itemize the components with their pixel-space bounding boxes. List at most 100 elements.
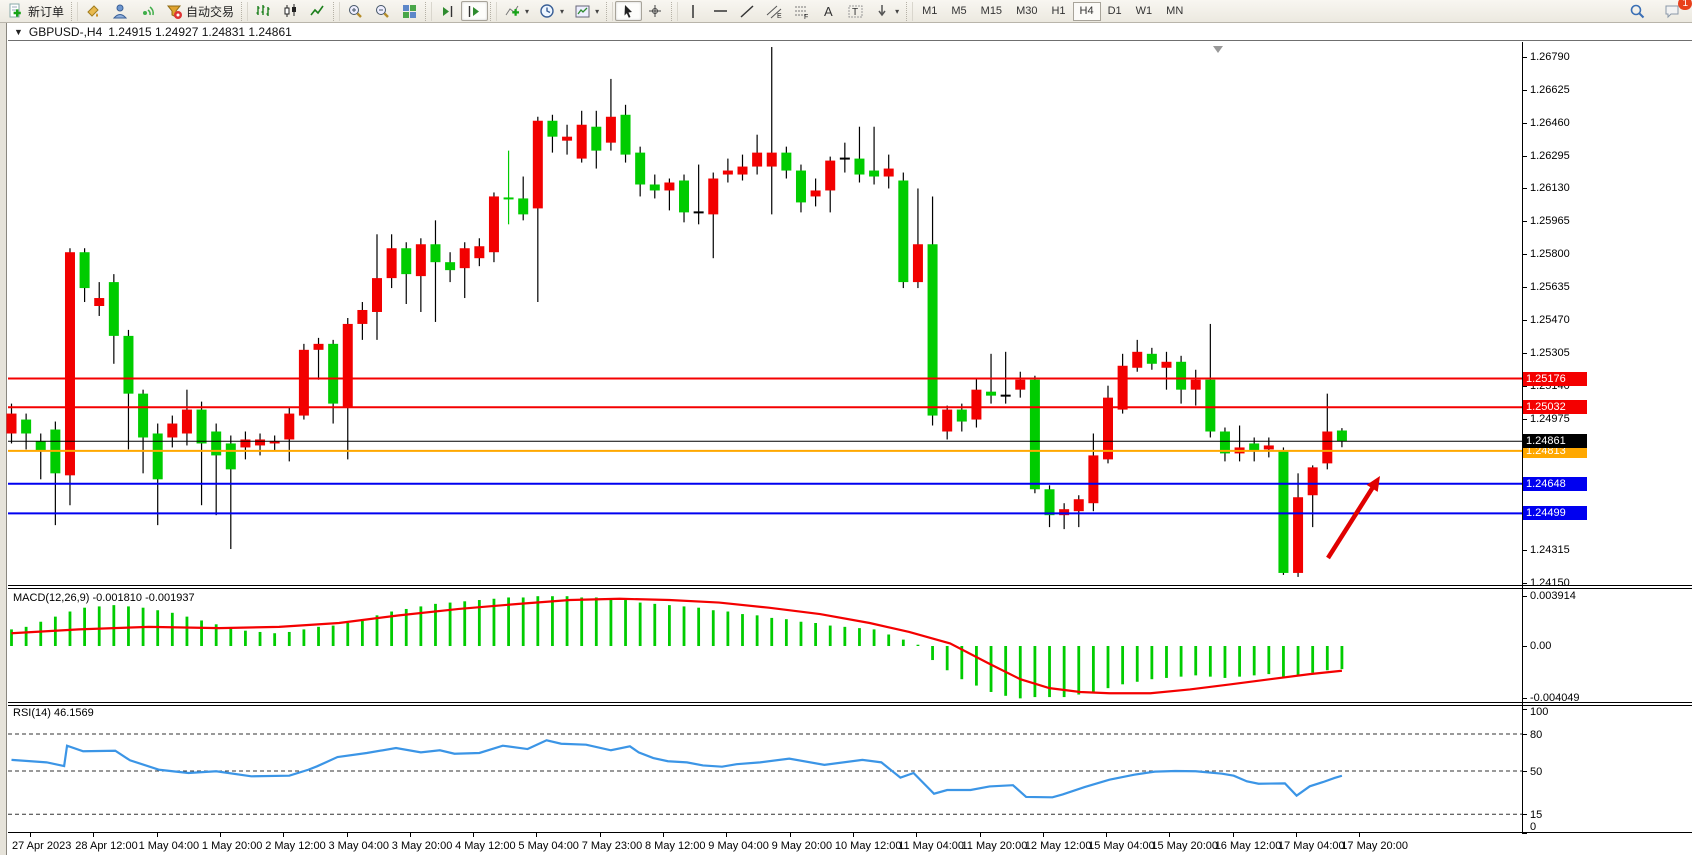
cursor-button[interactable] [615, 1, 642, 21]
time-axis-tick [916, 833, 917, 837]
autotrading-button[interactable]: 自动交易 [161, 1, 239, 21]
vline-tool-button[interactable] [680, 1, 707, 21]
trendline-tool-button[interactable] [734, 1, 761, 21]
chart-shift-button[interactable] [461, 1, 488, 21]
bar-chart-button[interactable] [250, 1, 277, 21]
zoom-out-button[interactable] [369, 1, 396, 21]
fibo-icon: F [793, 3, 810, 20]
time-axis-tick [1296, 833, 1297, 837]
line-chart-button[interactable] [304, 1, 331, 21]
price-axis-label: 1.26295 [1530, 150, 1570, 162]
macd-axis-tick [1522, 596, 1527, 597]
toolbar-separator [671, 2, 678, 21]
auto-scroll-button[interactable] [434, 1, 461, 21]
price-axis-tick [1522, 90, 1527, 91]
time-axis-label: 10 May 12:00 [835, 840, 902, 852]
new-order-button[interactable]: 新订单 [3, 1, 69, 21]
timeframe-h4-button[interactable]: H4 [1073, 2, 1101, 21]
search-button[interactable] [1624, 1, 1651, 21]
timeframe-h1-button[interactable]: H1 [1044, 2, 1072, 21]
channel-tool-button[interactable]: E [761, 1, 788, 21]
rsi-axis-label: 80 [1530, 729, 1542, 741]
chart-window-frame [0, 23, 7, 855]
timeframe-m1-button[interactable]: M1 [915, 2, 944, 21]
templates-button[interactable]: ▾ [569, 1, 604, 21]
dropdown-caret-icon[interactable]: ▾ [895, 7, 899, 16]
price-axis-label: 1.26790 [1530, 51, 1570, 63]
notification-badge: 1 [1678, 0, 1692, 10]
price-axis-tick [1522, 188, 1527, 189]
toolbar-separator [425, 2, 432, 21]
timeframe-d1-button[interactable]: D1 [1101, 2, 1129, 21]
dropdown-caret-icon[interactable]: ▾ [595, 7, 599, 16]
price-axis-label: 1.25965 [1530, 215, 1570, 227]
crosshair-button[interactable] [642, 1, 669, 21]
zoom-in-button[interactable] [342, 1, 369, 21]
price-chart[interactable] [8, 43, 1522, 585]
rsi-axis-label: 15 [1530, 809, 1542, 821]
time-axis-label: 16 May 12:00 [1215, 840, 1282, 852]
person-icon [112, 3, 129, 20]
price-axis-label: 1.25635 [1530, 281, 1570, 293]
rsi-axis-tick [1522, 771, 1527, 772]
hline-tool-button[interactable] [707, 1, 734, 21]
label-tool-button[interactable]: T [842, 1, 869, 21]
autotrading-button-label: 自动交易 [186, 3, 234, 20]
styler-button[interactable] [80, 1, 107, 21]
price-axis-tick [1522, 419, 1527, 420]
arrows-tool-button[interactable]: ▾ [869, 1, 904, 21]
time-axis-label: 9 May 20:00 [772, 840, 833, 852]
chat-button[interactable]: 1 [1659, 1, 1686, 21]
macd-axis-label: 0.003914 [1530, 590, 1576, 602]
time-axis-tick [980, 833, 981, 837]
indicators-icon [504, 3, 521, 20]
chart-collapse-icon[interactable]: ▼ [14, 27, 23, 37]
periods-button[interactable]: ▾ [534, 1, 569, 21]
time-axis-tick [600, 833, 601, 837]
trend-arrow-annotation[interactable] [1328, 476, 1380, 558]
panel-separator[interactable] [8, 702, 1692, 703]
timeframe-mn-button[interactable]: MN [1159, 2, 1190, 21]
price-axis-label: 1.25470 [1530, 314, 1570, 326]
tile-windows-button[interactable] [396, 1, 423, 21]
indicators-button[interactable]: ▾ [499, 1, 534, 21]
panel-separator [8, 588, 1692, 589]
time-axis-label: 8 May 12:00 [645, 840, 706, 852]
dropdown-caret-icon[interactable]: ▾ [525, 7, 529, 16]
macd-axis-label: 0.00 [1530, 640, 1551, 652]
time-axis-label: 11 May 20:00 [962, 840, 1028, 852]
time-axis-label: 1 May 20:00 [202, 840, 263, 852]
dropdown-caret-icon[interactable]: ▾ [560, 7, 564, 16]
panel-separator[interactable] [8, 585, 1692, 586]
rsi-panel [8, 705, 1522, 832]
rsi-indicator-label: RSI(14) 46.1569 [13, 707, 94, 719]
time-axis-label: 15 May 04:00 [1088, 840, 1155, 852]
timeframe-w1-button[interactable]: W1 [1129, 2, 1160, 21]
profile-button[interactable] [107, 1, 134, 21]
shift-icon [466, 3, 483, 20]
price-axis-tick [1522, 156, 1527, 157]
fibonacci-tool-button[interactable]: F [788, 1, 815, 21]
price-axis-tick [1522, 583, 1527, 584]
main-toolbar: 新订单 自动交易 ▾ ▾ ▾ EFAT ▾ M1M5M15M30H1H4D1W1MN 1 [0, 0, 1692, 23]
candle-chart-button[interactable] [277, 1, 304, 21]
text-a-icon: A [820, 3, 837, 20]
time-axis-tick [30, 833, 31, 837]
resistance-line-2-price-badge: 1.25032 [1523, 400, 1587, 414]
timeframe-m5-button[interactable]: M5 [944, 2, 973, 21]
toolbar-separator [606, 2, 613, 21]
zoom-out-icon [374, 3, 391, 20]
macd-axis-label: -0.004049 [1530, 692, 1580, 704]
timeframe-m30-button[interactable]: M30 [1009, 2, 1044, 21]
text-tool-button[interactable]: A [815, 1, 842, 21]
time-axis-label: 9 May 04:00 [708, 840, 769, 852]
time-axis-tick [1359, 833, 1360, 837]
toolbar-separator [490, 2, 497, 21]
timeframe-m15-button[interactable]: M15 [974, 2, 1009, 21]
price-axis-label: 1.24150 [1530, 577, 1570, 589]
signals-button[interactable] [134, 1, 161, 21]
rsi-axis-tick [1522, 814, 1527, 815]
time-axis-label: 15 May 20:00 [1151, 840, 1218, 852]
cursor-icon [620, 3, 637, 20]
candles-icon [282, 3, 299, 20]
